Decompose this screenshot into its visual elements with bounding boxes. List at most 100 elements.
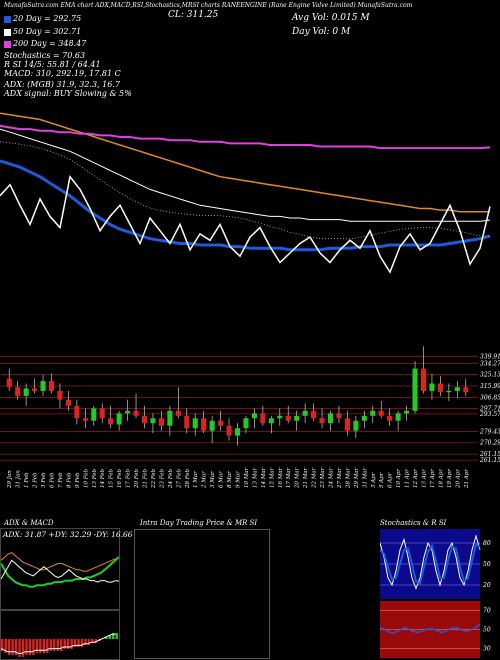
rsi-panel: 70 50 30 — [380, 601, 491, 658]
date-label: 2 Feb — [33, 472, 39, 489]
price-label: 261.15 — [479, 457, 500, 464]
legend-200day: 200 Day = 348.47 — [4, 39, 86, 48]
candle-body — [370, 410, 376, 416]
candle-body — [141, 415, 148, 424]
date-label: 6 Apr — [388, 472, 394, 488]
date-label: 13 Apr — [422, 469, 428, 488]
candle-body — [336, 413, 342, 419]
candle-body — [201, 418, 207, 431]
date-label: 14 Mar — [261, 467, 267, 488]
candle-body — [268, 418, 274, 424]
price-line — [0, 174, 491, 274]
adx-panel-title: ADX & MACD — [4, 519, 54, 527]
price-label: 293.57 — [479, 411, 500, 418]
date-label: 10 Mar — [244, 467, 250, 488]
candle-body — [234, 428, 241, 436]
candle-body — [429, 383, 435, 391]
date-label: 21 Feb — [143, 468, 149, 489]
header-title: MunafaSutra.com EMA chart ADX,MACD,RSI,S… — [4, 2, 413, 9]
candle-body — [209, 420, 215, 431]
candle-body — [226, 425, 232, 436]
date-label: 24 Feb — [168, 468, 174, 489]
date-label: 1 Mar — [193, 471, 199, 488]
stochastics-panel: 80 50 20 — [380, 529, 491, 599]
date-label: 27 Feb — [176, 468, 182, 489]
macd-bar — [35, 639, 39, 653]
date-label: 22 Feb — [151, 468, 157, 489]
candle-body — [158, 418, 164, 426]
candle-body — [277, 415, 283, 419]
date-label: 22 Mar — [312, 467, 318, 489]
date-label: 31 Mar — [362, 467, 368, 488]
candle-body — [404, 410, 410, 414]
candle-body — [327, 413, 334, 424]
legend-50day: 50 Day = 302.71 — [4, 27, 81, 36]
date-label: 3 Apr — [371, 472, 377, 488]
date-label: 8 Mar — [227, 471, 233, 488]
candle-body — [302, 410, 308, 416]
macd-bar — [53, 639, 56, 651]
rsi-tick: 50 — [483, 627, 491, 634]
candle-body — [167, 410, 173, 426]
date-label: 20 Feb — [134, 468, 140, 489]
stoch-panel-title: Stochastics & R SI — [380, 519, 447, 527]
date-label: 29 Jan — [7, 470, 13, 489]
candle-body — [108, 418, 114, 425]
avg-volume: Avg Vol: 0.015 M — [292, 13, 370, 23]
candle-body — [251, 413, 257, 419]
date-label: 11 Apr — [405, 469, 411, 488]
candle-body — [285, 415, 291, 421]
price-label: 325.13 — [480, 372, 500, 379]
candlestick-chart: 339.91334.27325.13315.99306.85297.71293.… — [0, 346, 500, 489]
date-label: 3 Feb — [41, 472, 47, 488]
price-label: 279.43 — [479, 428, 500, 435]
candle-body — [65, 399, 71, 406]
date-label: 28 Mar — [345, 467, 351, 489]
200-day-line — [0, 124, 491, 150]
date-label: 9 Feb — [75, 472, 81, 488]
legend-200day-label: 200 Day = 348.47 — [13, 39, 87, 48]
date-label: 6 Mar — [219, 471, 225, 488]
ema-chart — [0, 112, 491, 274]
date-label: 17 Feb — [126, 468, 132, 488]
date-label: 20 Apr — [455, 469, 461, 489]
candle-body — [395, 413, 401, 421]
candle-body — [243, 418, 249, 429]
date-label: 19 Apr — [447, 469, 453, 488]
date-label: 10 Apr — [396, 469, 402, 488]
candle-body — [361, 415, 367, 421]
legend-200day-swatch — [4, 40, 11, 48]
candle-body — [6, 378, 12, 388]
candle-body — [412, 368, 418, 411]
date-label: 10 Feb — [83, 468, 89, 488]
macd-bar — [80, 639, 84, 647]
macd-bar — [49, 639, 53, 651]
candle-body — [57, 390, 63, 400]
date-label: 24 Mar — [329, 467, 335, 489]
date-label: 20 Mar — [295, 467, 301, 489]
candle-body — [446, 390, 452, 393]
candle-body — [40, 381, 46, 391]
macd-bar — [39, 639, 42, 653]
macd-bar — [7, 639, 11, 655]
adx-panel — [0, 528, 120, 610]
candle-body — [387, 415, 393, 421]
close-price: CL: 311.25 — [168, 10, 219, 20]
date-label: 16 Feb — [117, 468, 123, 488]
legend-20day: 20 Day = 292.75 — [4, 14, 81, 23]
date-label: 15 Feb — [109, 468, 115, 488]
candle-body — [175, 410, 181, 416]
candle-body — [23, 388, 29, 396]
macd-bar — [11, 639, 14, 655]
date-label: 7 Feb — [58, 472, 64, 488]
date-label: 2 Mar — [202, 471, 208, 489]
date-label: 3 Mar — [210, 471, 216, 488]
macd-bar — [46, 639, 49, 653]
price-label: 339.91 — [480, 353, 500, 360]
candle-body — [150, 418, 156, 424]
rsi-text: R SI 14/5: 55.81 / 64.41 — [4, 60, 101, 69]
candle-body — [437, 383, 443, 392]
macd-bar — [28, 639, 32, 655]
candle-body — [15, 387, 21, 396]
date-label: 23 Feb — [159, 468, 165, 489]
